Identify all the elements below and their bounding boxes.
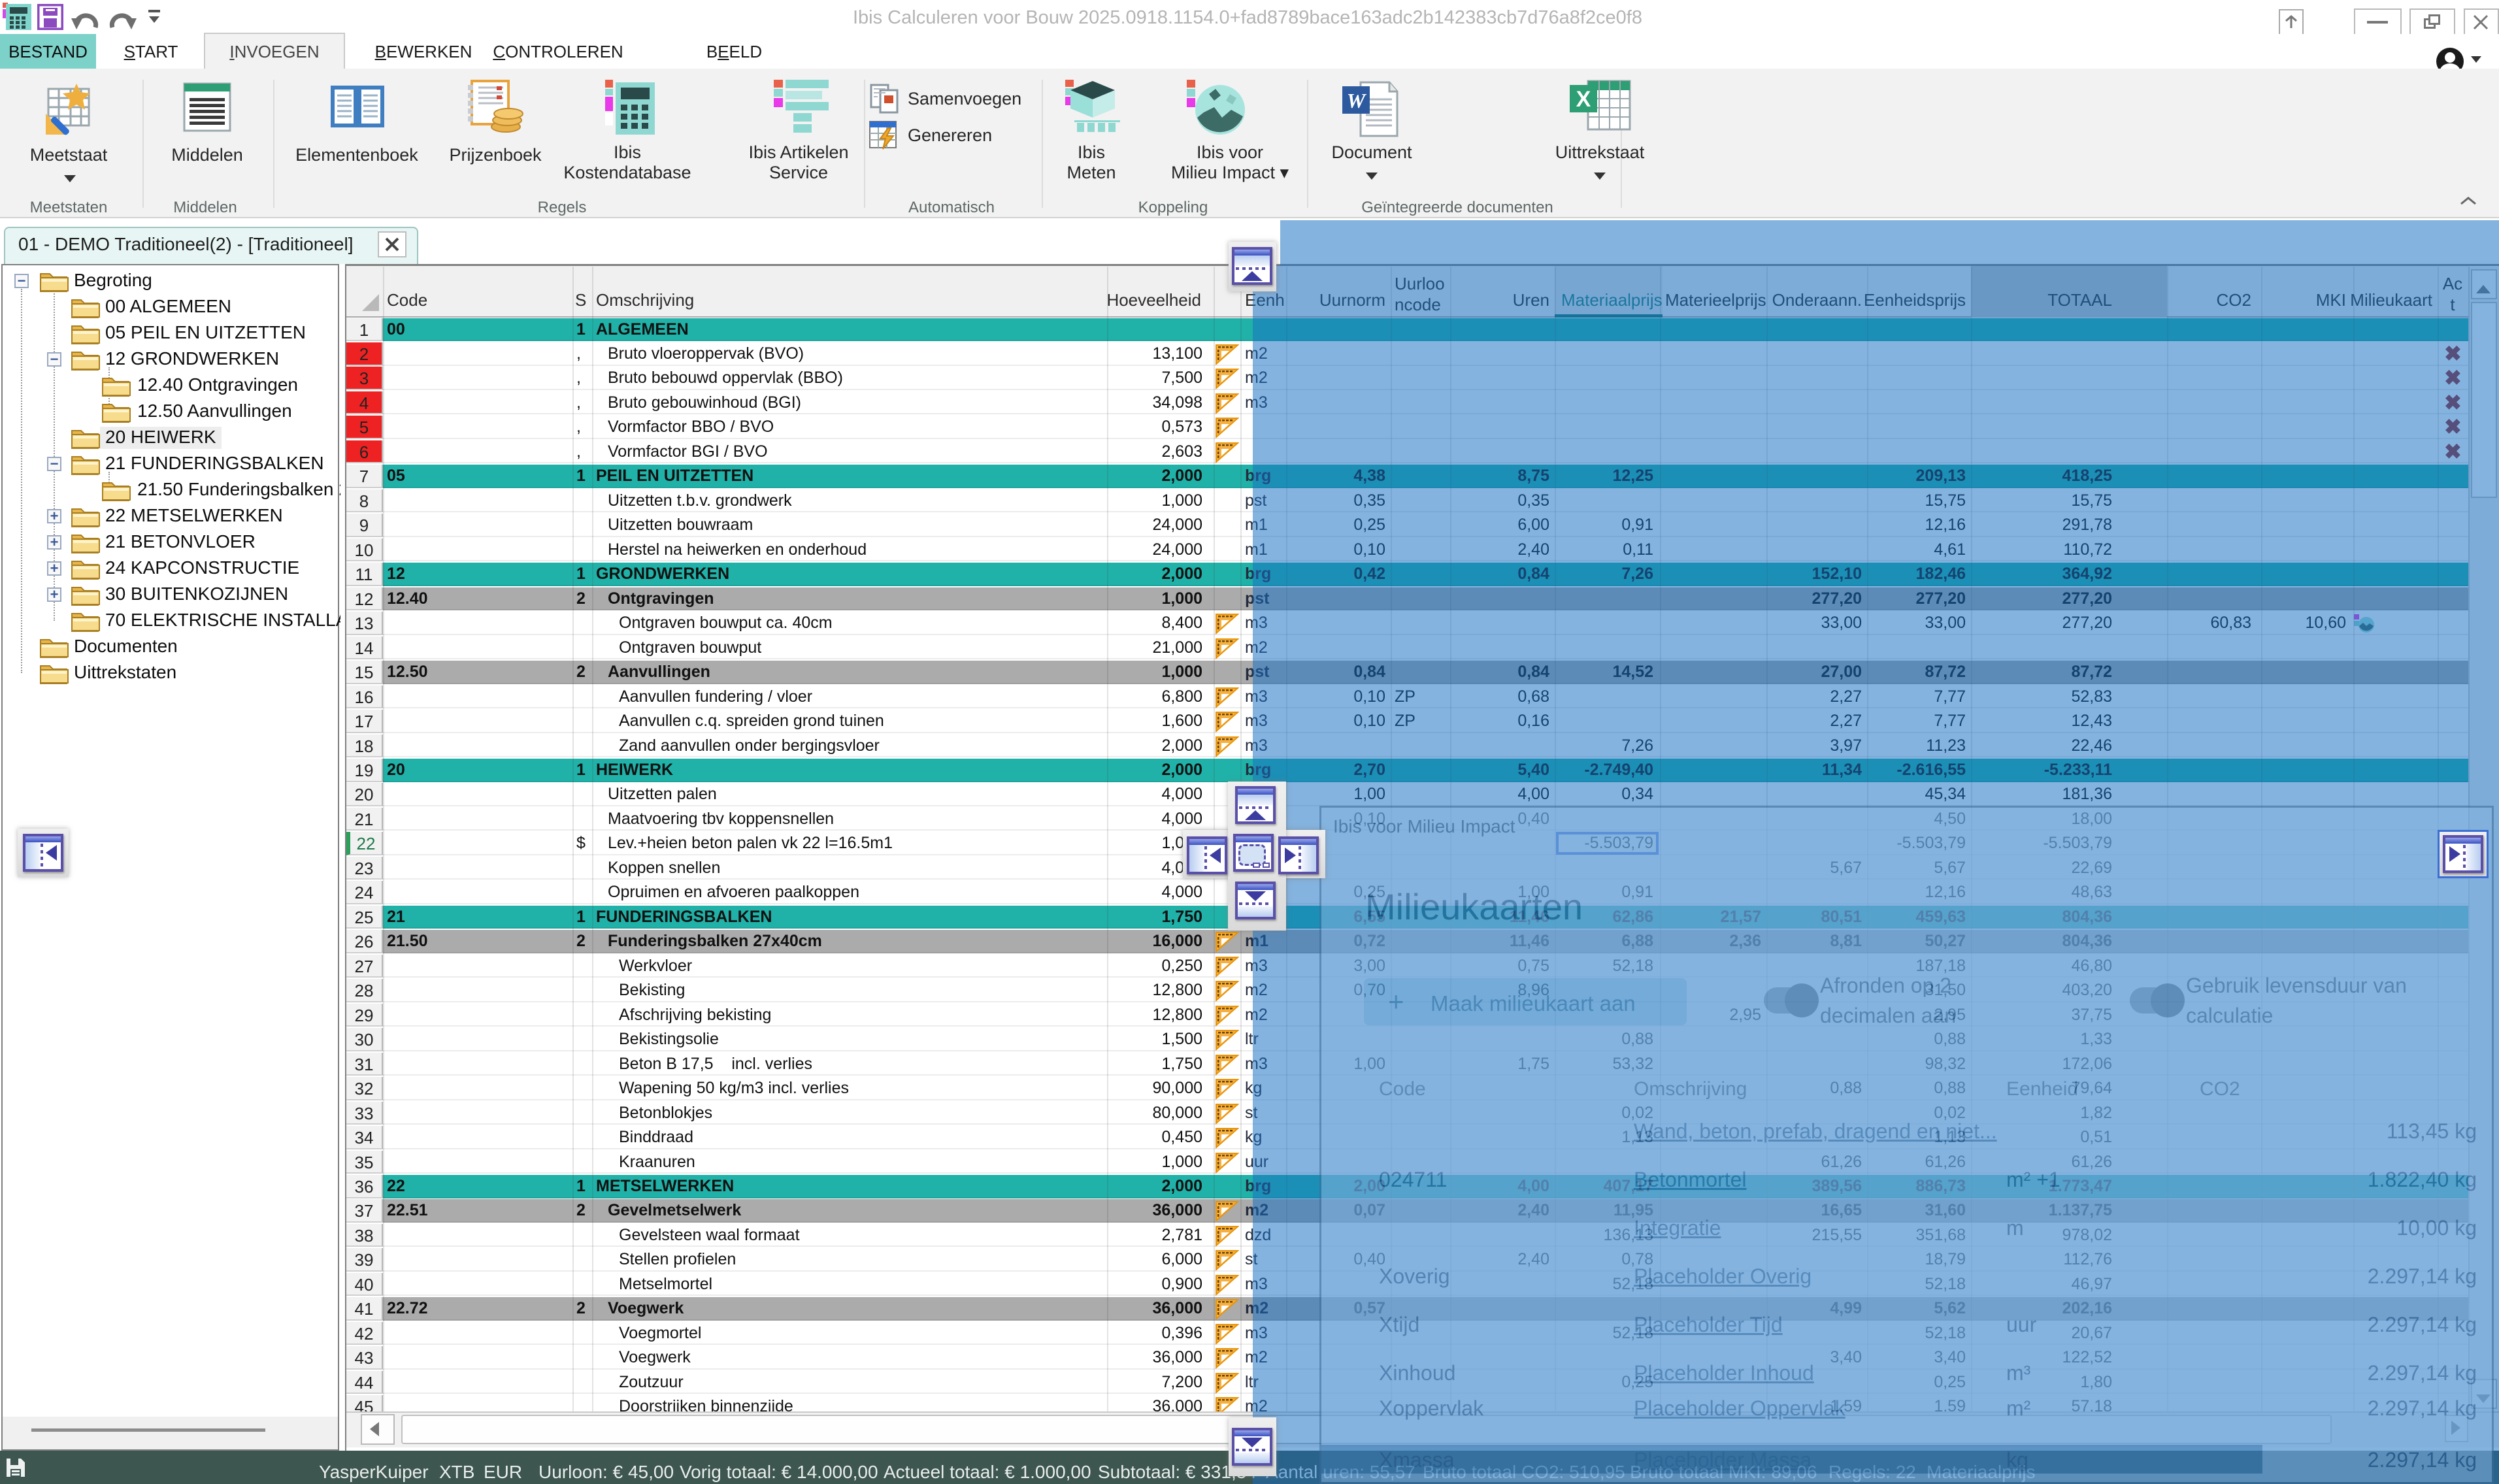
svg-text:X: X <box>1576 87 1591 112</box>
svg-text:W: W <box>1347 89 1367 112</box>
